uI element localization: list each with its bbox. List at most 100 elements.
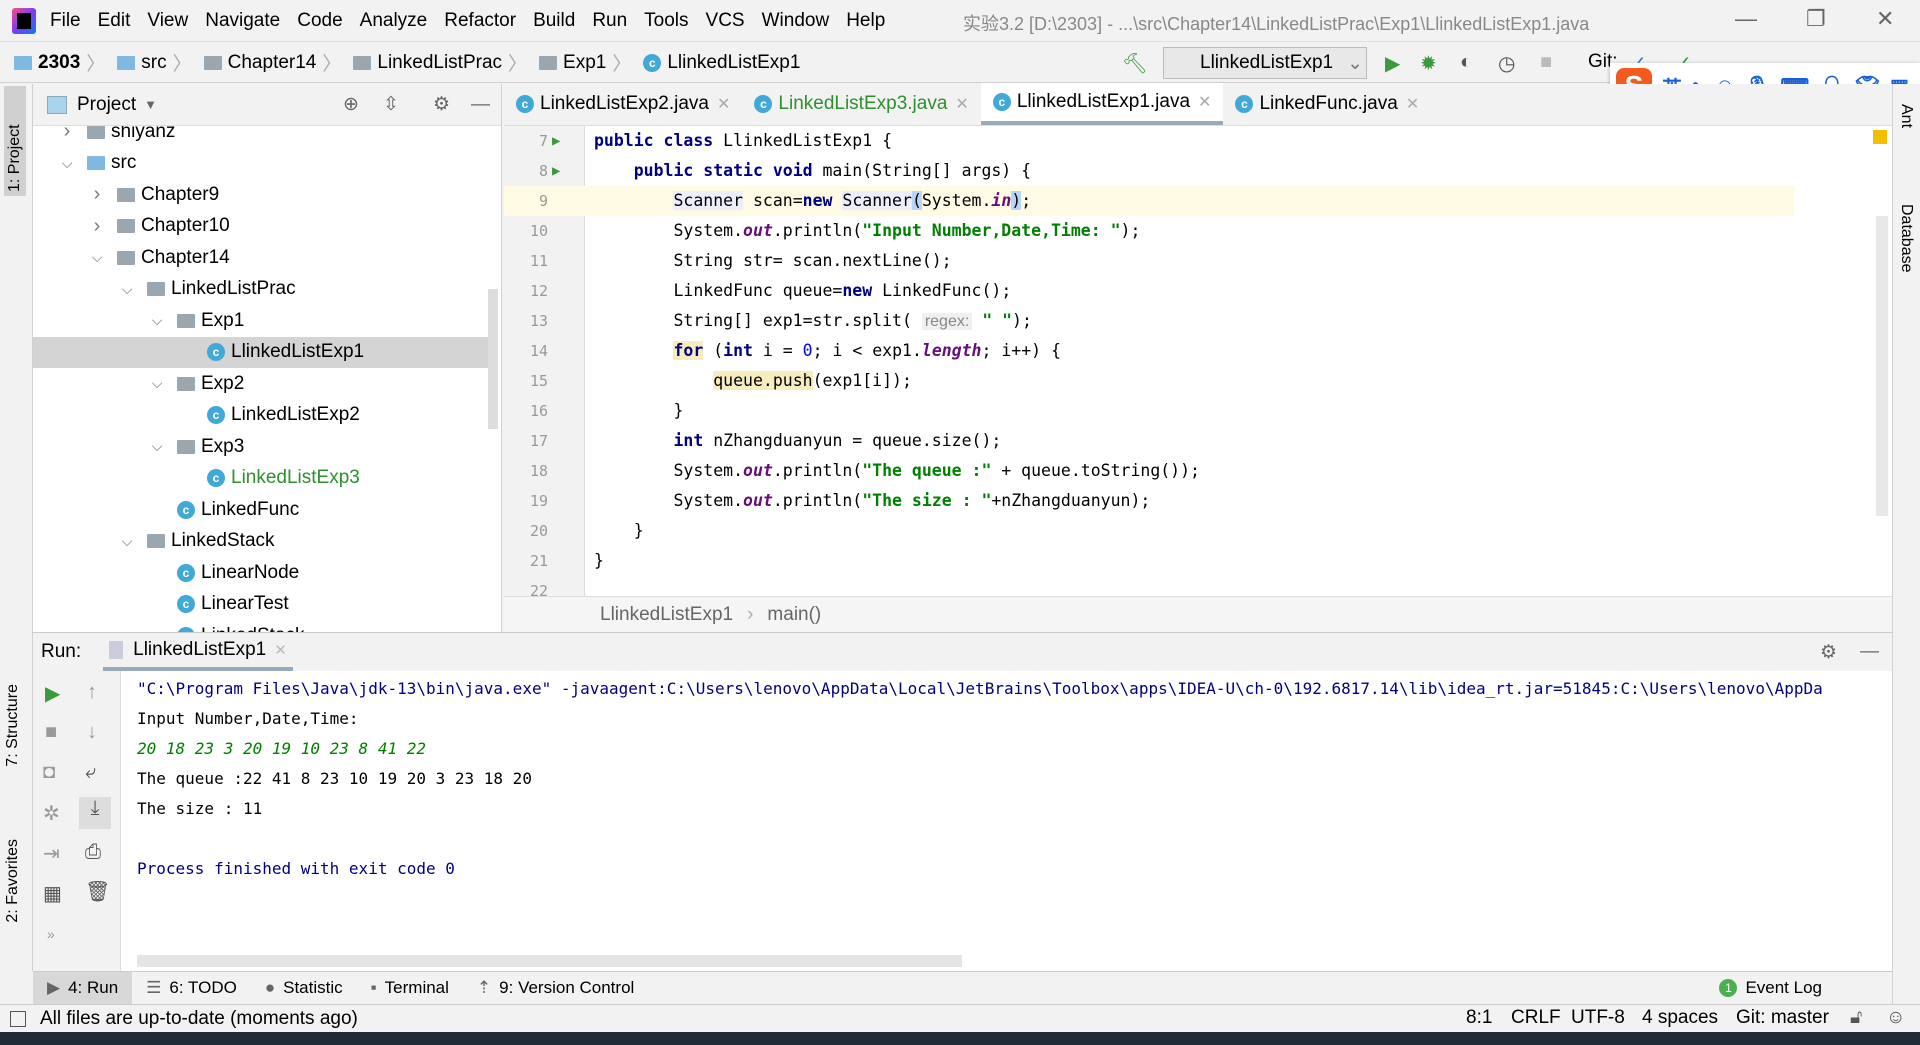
- close-tab-icon[interactable]: ✕: [717, 94, 730, 114]
- database-tool-tab[interactable]: Database: [1897, 204, 1915, 273]
- hide-icon[interactable]: —: [471, 94, 490, 116]
- tree-item[interactable]: ⌵ Exp3: [33, 431, 488, 462]
- chevron-down-icon[interactable]: ⌵: [149, 312, 165, 329]
- close-button[interactable]: ✕: [1876, 6, 1894, 32]
- menu-file[interactable]: File: [50, 10, 81, 32]
- inspector-icon[interactable]: ☺: [1886, 1007, 1905, 1029]
- event-log-button[interactable]: 1 Event Log: [1719, 978, 1822, 998]
- hide-icon[interactable]: —: [1860, 641, 1879, 663]
- chevron-down-icon[interactable]: ⌵: [89, 249, 105, 266]
- menu-analyze[interactable]: Analyze: [360, 10, 428, 32]
- tool-tab[interactable]: ⇡ 9: Version Control: [463, 972, 648, 1005]
- tree-item[interactable]: ⌵ LinkedStack: [33, 526, 488, 557]
- project-view-select[interactable]: Project: [77, 94, 136, 116]
- breadcrumb-item[interactable]: Exp1 〉: [539, 49, 637, 76]
- chevron-right-icon[interactable]: ›: [59, 126, 75, 143]
- collapse-all-icon[interactable]: ⇳: [383, 93, 399, 116]
- chevron-down-icon[interactable]: ⌵: [119, 533, 135, 550]
- breadcrumb-item[interactable]: c LlinkedListExp1: [643, 49, 800, 76]
- menu-view[interactable]: View: [147, 10, 188, 32]
- crumb-class[interactable]: LlinkedListExp1: [600, 604, 733, 626]
- lock-icon[interactable]: 🔓︎: [1850, 1007, 1862, 1029]
- gear-icon[interactable]: ⚙: [1820, 641, 1837, 664]
- file-encoding[interactable]: UTF-8: [1571, 1007, 1625, 1029]
- breadcrumb-item[interactable]: 2303 〉: [14, 49, 111, 76]
- locate-icon[interactable]: ⊕: [343, 93, 359, 116]
- restore-button[interactable]: ❐: [1806, 6, 1826, 32]
- close-tab-icon[interactable]: ✕: [1198, 92, 1211, 112]
- close-tab-icon[interactable]: ✕: [1406, 94, 1419, 114]
- gear-icon[interactable]: ⚙: [433, 93, 450, 116]
- close-tab-icon[interactable]: ✕: [955, 94, 968, 114]
- editor-tab[interactable]: c LinkedListExp3.java ✕: [742, 83, 980, 125]
- warning-marker-icon[interactable]: [1873, 130, 1887, 144]
- run-gutter-icon[interactable]: ▶: [552, 156, 560, 186]
- git-branch[interactable]: Git: master: [1736, 1007, 1829, 1029]
- tool-tab[interactable]: ☰ 6: TODO: [132, 972, 251, 1005]
- tree-item[interactable]: ⌵ Exp2: [33, 368, 488, 399]
- breadcrumb-item[interactable]: LinkedListPrac 〉: [353, 49, 533, 76]
- more-icon[interactable]: »: [47, 926, 55, 942]
- tree-scrollbar[interactable]: [488, 289, 498, 429]
- tool-tab[interactable]: ● Statistic: [251, 972, 357, 1005]
- chevron-right-icon[interactable]: ›: [89, 215, 105, 238]
- run-config-select[interactable]: LlinkedListExp1 ⌄: [1163, 47, 1367, 79]
- camera-icon[interactable]: ◘: [43, 761, 55, 784]
- editor-scrollbar[interactable]: [1876, 216, 1888, 516]
- caret-position[interactable]: 8:1: [1466, 1007, 1492, 1029]
- editor-tab[interactable]: c LlinkedListExp1.java ✕: [980, 83, 1224, 125]
- structure-tool-tab[interactable]: 7: Structure: [4, 684, 22, 767]
- soft-wrap-icon[interactable]: ⤶: [85, 761, 96, 784]
- print-icon[interactable]: ⎙: [85, 841, 101, 864]
- ant-tool-tab[interactable]: Ant: [1897, 104, 1915, 128]
- tree-item[interactable]: › shiyanz: [33, 126, 488, 147]
- profile-icon[interactable]: ◷: [1498, 51, 1515, 76]
- export-icon[interactable]: ⇥: [43, 841, 60, 866]
- menu-refactor[interactable]: Refactor: [444, 10, 516, 32]
- indent-setting[interactable]: 4 spaces: [1642, 1007, 1718, 1029]
- line-separator[interactable]: CRLF: [1511, 1007, 1561, 1029]
- close-tab-icon[interactable]: ✕: [274, 641, 287, 659]
- tree-item[interactable]: c LinkedListExp2: [33, 400, 488, 431]
- menu-vcs[interactable]: VCS: [706, 10, 745, 32]
- chevron-right-icon[interactable]: ›: [89, 183, 105, 206]
- tree-item[interactable]: c LinearNode: [33, 557, 488, 588]
- stop-icon[interactable]: ■: [45, 721, 57, 744]
- build-icon[interactable]: 🔨︎: [1122, 51, 1147, 76]
- tree-item[interactable]: c LlinkedListExp1: [33, 336, 488, 368]
- menu-run[interactable]: Run: [592, 10, 627, 32]
- settings-icon[interactable]: ✲: [43, 801, 60, 826]
- scroll-to-end-icon[interactable]: ⤓: [79, 797, 111, 829]
- rerun-icon[interactable]: ▶: [45, 681, 60, 706]
- project-tool-tab[interactable]: 1: Project: [4, 86, 26, 196]
- menu-navigate[interactable]: Navigate: [205, 10, 280, 32]
- run-tab[interactable]: LlinkedListExp1 ✕: [103, 633, 293, 671]
- chevron-down-icon[interactable]: ⌵: [119, 281, 135, 298]
- chevron-down-icon[interactable]: ⌵: [149, 438, 165, 455]
- minimize-button[interactable]: —: [1735, 6, 1757, 32]
- menu-window[interactable]: Window: [762, 10, 830, 32]
- tree-item[interactable]: c LinearTest: [33, 589, 488, 620]
- up-icon[interactable]: ↑: [87, 681, 97, 704]
- layout-icon[interactable]: ▦: [43, 881, 62, 906]
- coverage-icon[interactable]: ◐: [1460, 51, 1472, 74]
- tree-item[interactable]: › Chapter10: [33, 211, 488, 242]
- tree-item[interactable]: ⌵ Chapter14: [33, 242, 488, 273]
- editor-tab[interactable]: c LinkedListExp2.java ✕: [504, 83, 742, 125]
- menu-code[interactable]: Code: [297, 10, 342, 32]
- down-icon[interactable]: ↓: [87, 721, 97, 744]
- menu-tools[interactable]: Tools: [644, 10, 688, 32]
- tree-item[interactable]: › Chapter9: [33, 179, 488, 210]
- editor-tab[interactable]: c LinkedFunc.java ✕: [1223, 83, 1431, 125]
- breadcrumb-item[interactable]: Chapter14 〉: [203, 49, 348, 76]
- trash-icon[interactable]: 🗑︎: [85, 879, 110, 904]
- breadcrumb-item[interactable]: src 〉: [117, 49, 197, 76]
- menu-edit[interactable]: Edit: [98, 10, 131, 32]
- menu-build[interactable]: Build: [533, 10, 575, 32]
- status-toggle-icon[interactable]: [10, 1010, 26, 1027]
- crumb-method[interactable]: main(): [767, 604, 821, 626]
- favorites-tool-tab[interactable]: 2: Favorites: [4, 839, 22, 923]
- tree-item[interactable]: ⌵ LinkedListPrac: [33, 274, 488, 305]
- code-editor[interactable]: 7 ▶ public class LlinkedListExp1 {8 ▶ publi…: [504, 126, 1892, 596]
- run-gutter-icon[interactable]: ▶: [552, 126, 560, 156]
